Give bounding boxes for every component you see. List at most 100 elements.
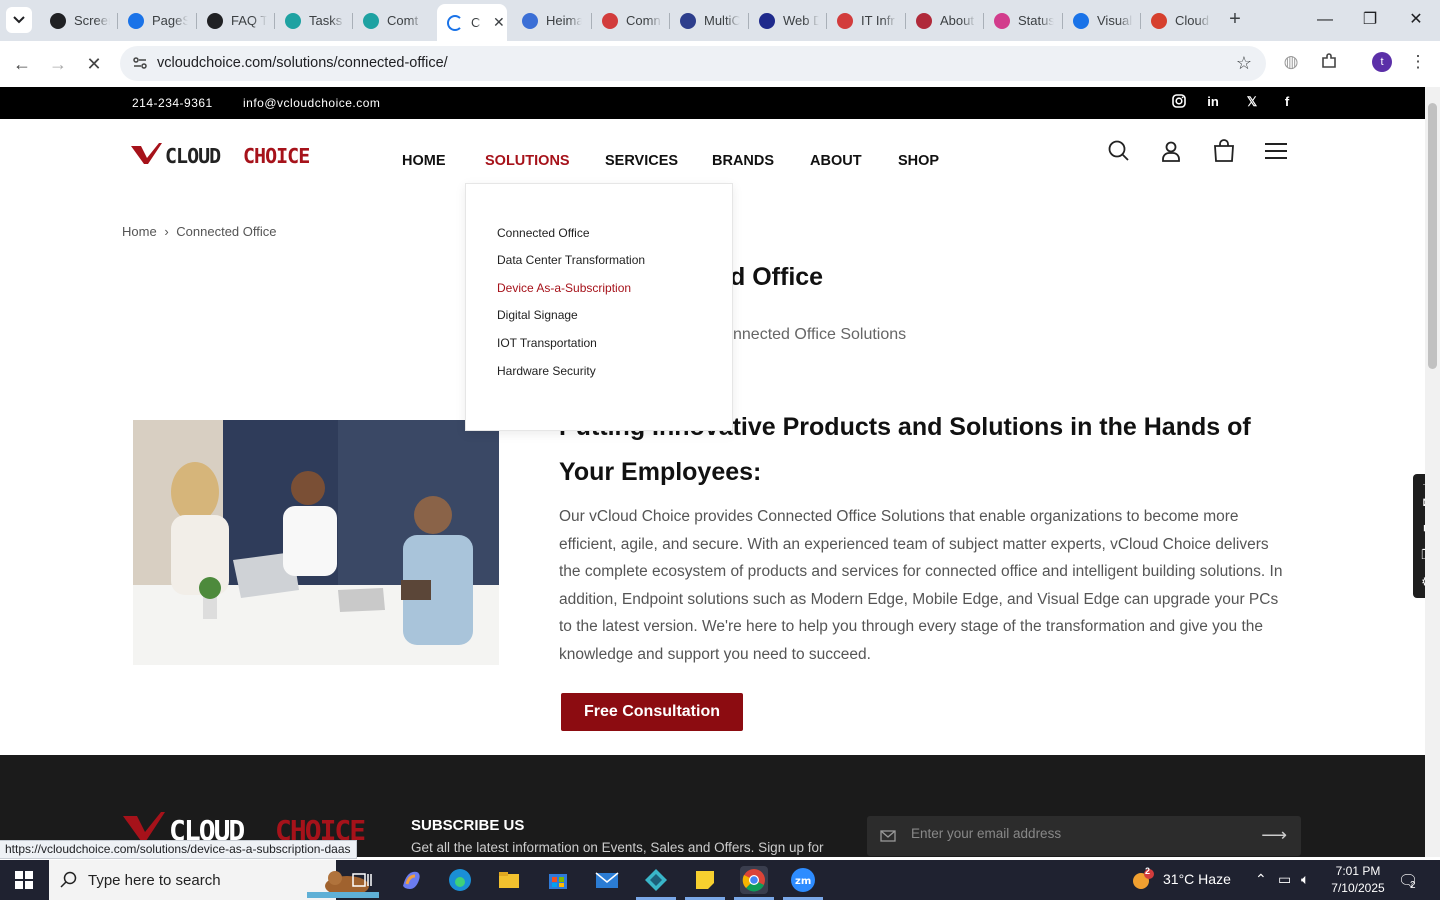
page-scrollbar[interactable]: [1425, 87, 1440, 857]
nav-services[interactable]: SERVICES: [605, 153, 678, 169]
nav-about[interactable]: ABOUT: [810, 153, 862, 169]
browser-menu-icon[interactable]: ⋮: [1406, 52, 1430, 76]
browser-tab[interactable]: Tasks: [275, 6, 349, 35]
svg-text:CHOICE: CHOICE: [243, 144, 309, 165]
svg-text:CLOUD: CLOUD: [165, 144, 221, 165]
zoom-app-icon[interactable]: zm: [789, 866, 817, 894]
browser-tab[interactable]: IT Infr: [827, 6, 901, 35]
forward-button[interactable]: →: [44, 50, 72, 78]
browser-tab[interactable]: Screen: [40, 6, 114, 35]
browser-tab[interactable]: Heima: [512, 6, 586, 35]
nav-brands[interactable]: BRANDS: [712, 153, 774, 169]
task-view-icon[interactable]: [348, 866, 376, 894]
scrollbar-thumb[interactable]: [1428, 103, 1437, 369]
close-tab-icon[interactable]: ✕: [493, 14, 505, 31]
menu-item-data-center-transformation[interactable]: Data Center Transformation: [497, 253, 645, 267]
newsletter-form: ⟶: [867, 816, 1301, 856]
edge-browser-icon[interactable]: [446, 866, 474, 894]
taskbar-search-box[interactable]: Type here to search: [49, 860, 379, 900]
browser-tab[interactable]: Web D: [749, 6, 823, 35]
sticky-notes-icon[interactable]: [691, 866, 719, 894]
address-bar[interactable]: vcloudchoice.com/solutions/connected-off…: [120, 46, 1266, 81]
browser-tab[interactable]: FAQ T: [197, 6, 271, 35]
show-hidden-icons-chevron-icon[interactable]: ⌃: [1255, 871, 1267, 888]
app-diamond-icon[interactable]: [642, 866, 670, 894]
nav-solutions[interactable]: SOLUTIONS: [485, 153, 570, 169]
footer-logo[interactable]: CLOUD CHOICE: [123, 812, 393, 842]
nav-shop[interactable]: SHOP: [898, 153, 939, 169]
microsoft-store-icon[interactable]: [544, 866, 572, 894]
breadcrumb-home[interactable]: Home: [122, 224, 157, 239]
browser-tab[interactable]: Comt: [353, 6, 427, 35]
menu-item-iot-transportation[interactable]: IOT Transportation: [497, 336, 597, 350]
tab-favicon-icon: [447, 14, 463, 31]
tab-title: MultiC: [704, 13, 740, 28]
file-explorer-icon[interactable]: [495, 866, 523, 894]
hamburger-menu-icon[interactable]: [1264, 139, 1288, 163]
weather-icon[interactable]: [1131, 869, 1155, 891]
shopping-bag-icon[interactable]: [1212, 139, 1236, 163]
volume-icon[interactable]: 🔈︎: [1301, 871, 1309, 888]
tab-favicon-icon: [50, 12, 66, 29]
office-team-photo: [133, 420, 499, 665]
user-account-icon[interactable]: [1159, 139, 1183, 163]
extensions-icon[interactable]: [1317, 52, 1341, 76]
browser-tab[interactable]: MultiC: [670, 6, 744, 35]
url-text: vcloudchoice.com/solutions/connected-off…: [157, 55, 448, 71]
browser-tab[interactable]: C ✕: [437, 4, 507, 41]
facebook-icon[interactable]: f: [1279, 94, 1295, 110]
link-status-bubble: https://vcloudchoice.com/solutions/devic…: [0, 840, 357, 859]
mail-app-icon[interactable]: [593, 866, 621, 894]
copilot-icon[interactable]: [397, 866, 425, 894]
chrome-browser-icon[interactable]: [740, 866, 768, 894]
search-icon[interactable]: [1107, 139, 1131, 163]
free-consultation-button[interactable]: Free Consultation: [561, 693, 743, 731]
weather-text[interactable]: 31°C Haze: [1163, 871, 1231, 887]
phone-number[interactable]: 214-234-9361: [132, 96, 213, 110]
restore-button[interactable]: ❐: [1355, 8, 1385, 32]
stop-loading-button[interactable]: ✕: [80, 50, 108, 78]
browser-tab[interactable]: Cloud: [1141, 6, 1215, 35]
web-page: 214-234-9361 info@vcloudchoice.com in 𝕏 …: [0, 87, 1425, 857]
profile-avatar[interactable]: t: [1372, 52, 1392, 72]
instagram-icon[interactable]: [1171, 94, 1187, 110]
site-settings-icon[interactable]: [132, 55, 148, 71]
system-clock[interactable]: 7:01 PM 7/10/2025: [1330, 863, 1386, 897]
linkedin-icon[interactable]: in: [1205, 94, 1221, 110]
search-icon: [60, 871, 77, 888]
email-address[interactable]: info@vcloudchoice.com: [243, 96, 380, 110]
bookmark-star-icon[interactable]: ☆: [1236, 53, 1252, 74]
browser-tab[interactable]: PageS: [118, 6, 192, 35]
back-button[interactable]: ←: [8, 50, 36, 78]
clock-time: 7:01 PM: [1335, 864, 1381, 878]
tab-favicon-icon: [128, 12, 144, 29]
start-button[interactable]: [0, 860, 48, 900]
browser-tab[interactable]: Visual: [1063, 6, 1137, 35]
browser-tab[interactable]: About: [906, 6, 980, 35]
new-tab-button[interactable]: +: [1224, 8, 1246, 30]
close-window-button[interactable]: ✕: [1401, 8, 1431, 32]
menu-item-device-as-a-subscription[interactable]: Device As-a-Subscription: [497, 281, 631, 295]
breadcrumb: Home › Connected Office: [122, 224, 281, 239]
tab-search-button[interactable]: [6, 7, 32, 33]
browser-tab[interactable]: Status: [984, 6, 1058, 35]
translate-icon[interactable]: ◍: [1279, 52, 1303, 76]
browser-tab[interactable]: Comn: [592, 6, 666, 35]
menu-item-connected-office[interactable]: Connected Office: [497, 226, 590, 240]
x-twitter-icon[interactable]: 𝕏: [1244, 94, 1260, 110]
minimize-button[interactable]: —: [1310, 8, 1340, 32]
tab-favicon-icon: [602, 12, 618, 29]
nav-home[interactable]: HOME: [402, 153, 446, 169]
tab-title: Cloud: [1175, 13, 1209, 28]
vcloudchoice-logo[interactable]: CLOUD CHOICE: [131, 143, 327, 165]
tab-favicon-icon: [1151, 12, 1167, 29]
weather-badge: 2: [1145, 866, 1151, 876]
network-icon[interactable]: ▭: [1278, 871, 1291, 888]
menu-item-hardware-security[interactable]: Hardware Security: [497, 364, 596, 378]
menu-item-digital-signage[interactable]: Digital Signage: [497, 308, 578, 322]
submit-arrow-icon[interactable]: ⟶: [1261, 825, 1287, 846]
tab-title: Heima: [546, 13, 582, 28]
newsletter-email-input[interactable]: [911, 826, 1241, 841]
tab-title: About: [940, 13, 974, 28]
notification-count: 2: [1410, 880, 1416, 891]
